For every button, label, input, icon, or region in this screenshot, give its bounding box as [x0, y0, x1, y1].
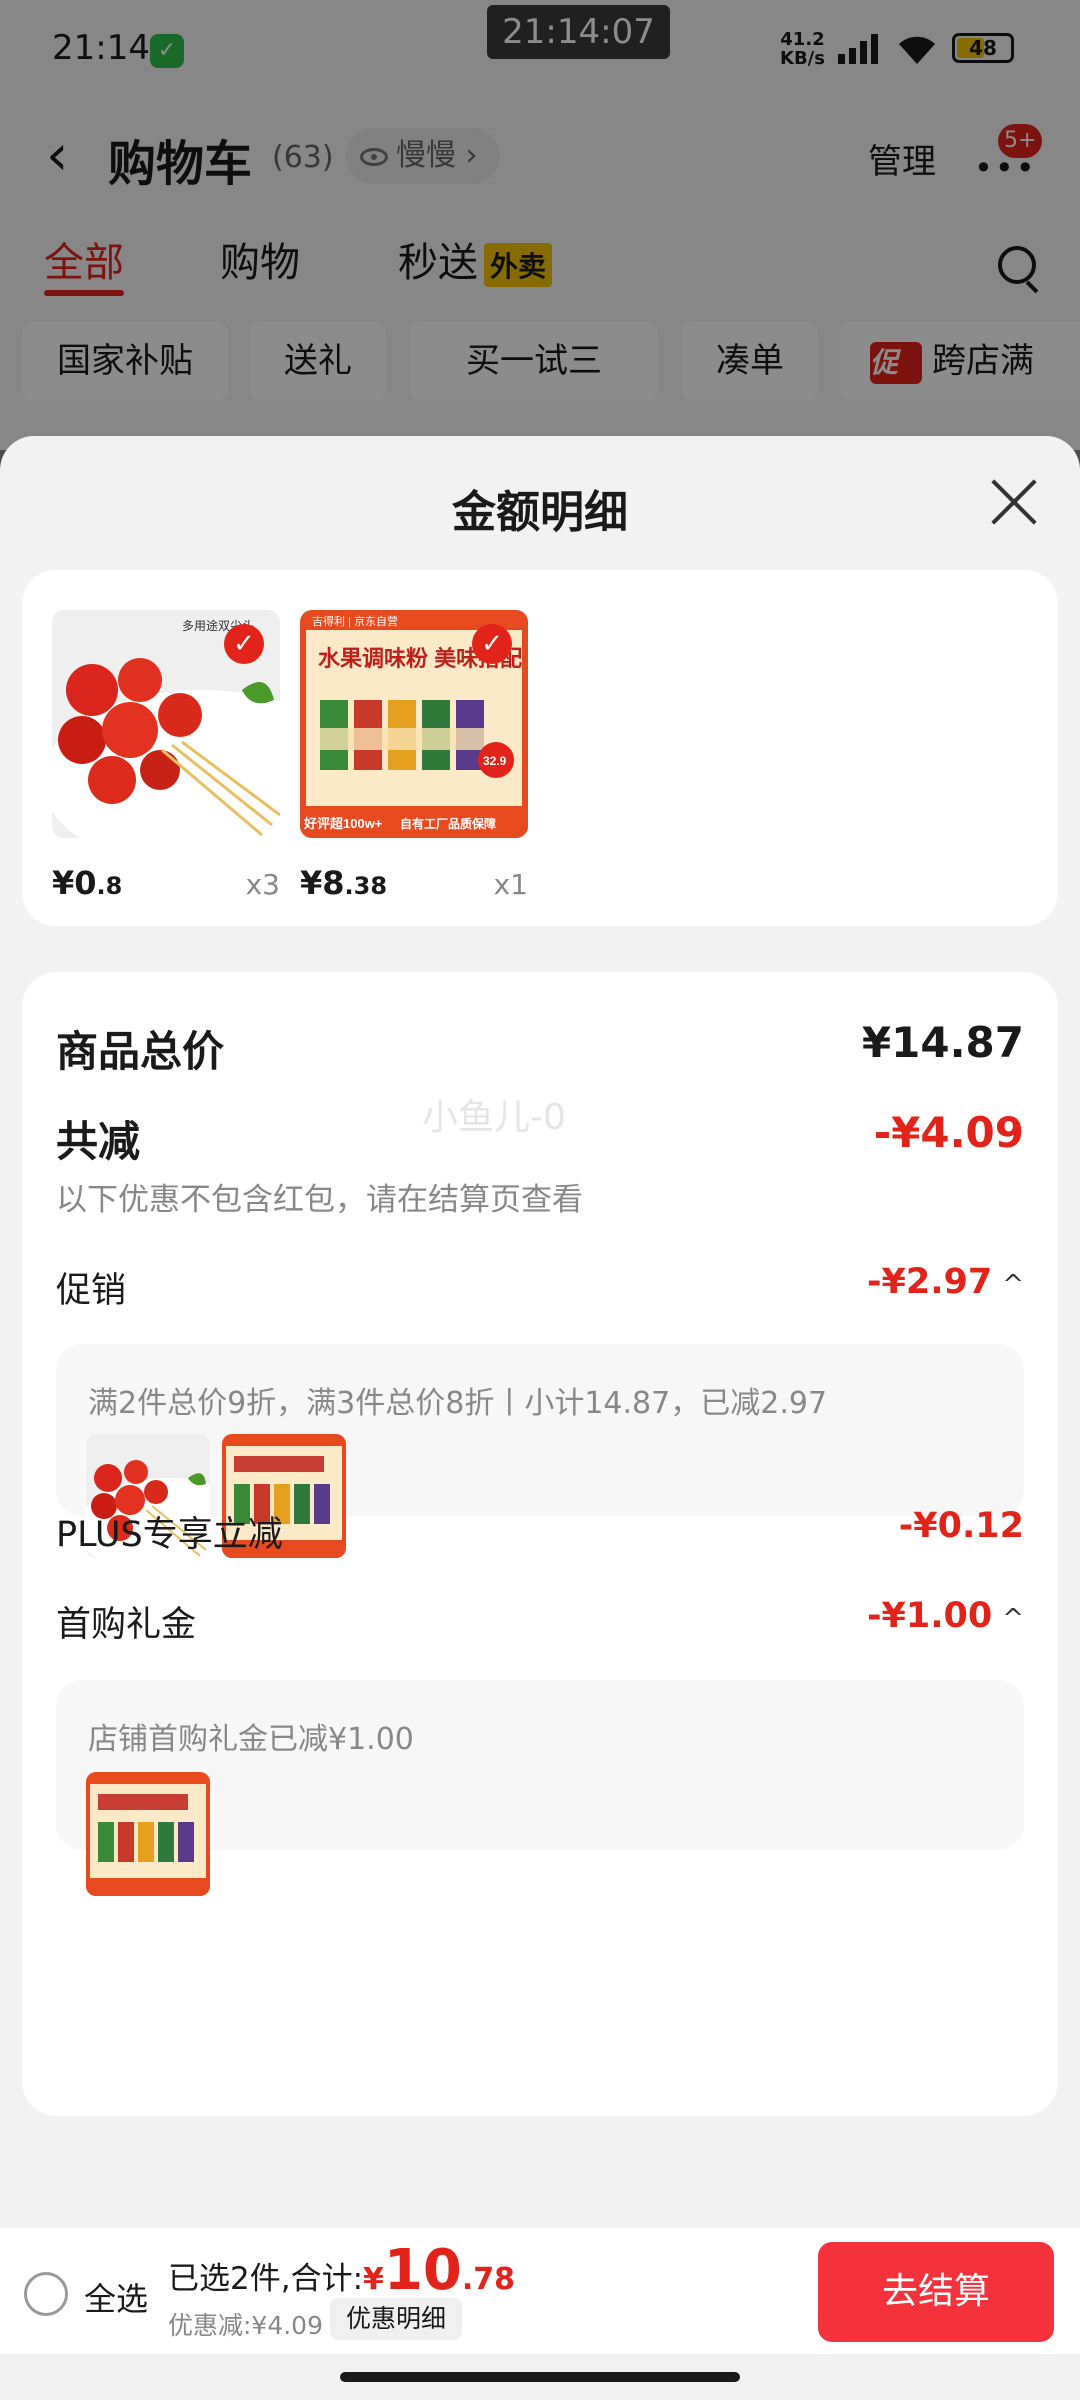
- checkout-button[interactable]: 去结算: [818, 2242, 1054, 2342]
- product-image-toothpicks: 多用途双尖头 ✓: [52, 610, 280, 838]
- first-purchase-thumb-seasoning: [86, 1772, 210, 1896]
- selected-summary: 已选2件,合计:¥10.78: [168, 2238, 515, 2303]
- close-icon[interactable]: [988, 476, 1040, 528]
- product-item[interactable]: 吉得利 | 京东自营 水果调味粉 美味搭配 32.9 好评超100w+ 自有工厂…: [300, 610, 528, 902]
- home-indicator[interactable]: [340, 2372, 740, 2382]
- checkout-bar: 全选 已选2件,合计:¥10.78 优惠减:¥4.09 优惠明细 去结算: [0, 2228, 1080, 2354]
- plus-value: -¥0.12: [898, 1506, 1024, 1546]
- image-price: 32.9: [483, 754, 507, 768]
- plus-label: PLUS专享立减: [56, 1515, 283, 1555]
- total-currency: ¥: [363, 2262, 384, 2297]
- promo-amount: -¥2.97: [866, 1262, 993, 1302]
- discount-summary: 优惠减:¥4.09: [168, 2311, 323, 2340]
- first-purchase-label: 首购礼金: [56, 1605, 197, 1645]
- chevron-up-icon: ^: [1002, 1270, 1024, 1300]
- selected-check-icon: ✓: [472, 624, 512, 664]
- chevron-up-icon: ^: [1002, 1604, 1024, 1634]
- total-row: 商品总价 ¥14.87: [56, 1018, 1024, 1078]
- product-price: ¥8.38: [300, 864, 387, 902]
- discount-detail-button[interactable]: 优惠明细: [330, 2298, 463, 2340]
- select-all-radio[interactable]: [24, 2272, 68, 2316]
- total-amount-decimal: .78: [461, 2262, 515, 2297]
- image-badge: 好评超100w+: [303, 816, 383, 831]
- watermark: 小鱼儿-0: [422, 1097, 566, 1138]
- product-price-decimal: .38: [344, 872, 388, 900]
- product-image-seasoning: 吉得利 | 京东自营 水果调味粉 美味搭配 32.9 好评超100w+ 自有工厂…: [300, 610, 528, 838]
- promo-detail-text: 满2件总价9折，满3件总价8折丨小计14.87，已减2.97: [88, 1386, 828, 1421]
- promo-detail-box: 满2件总价9折，满3件总价8折丨小计14.87，已减2.97: [56, 1344, 1024, 1558]
- product-price-decimal: .8: [96, 872, 123, 900]
- plus-row: PLUS专享立减 -¥0.12: [56, 1506, 1024, 1556]
- product-price: ¥0.8: [52, 864, 122, 902]
- first-purchase-row[interactable]: 首购礼金 -¥1.00 ^: [56, 1596, 1024, 1646]
- image-brand: 吉得利 | 京东自营: [312, 614, 398, 628]
- selected-check-icon: ✓: [224, 624, 264, 664]
- amount-detail-sheet: 金额明细 多用途双尖头 ✓ ¥0.8 x3 吉得利 | 京东自营 水果调味粉 美…: [0, 436, 1080, 2400]
- reduce-label: 共减: [56, 1117, 141, 1166]
- promo-value: -¥2.97 ^: [867, 1262, 1024, 1302]
- reduce-note: 以下优惠不包含红包，请在结算页查看: [56, 1182, 583, 1218]
- total-value: ¥14.87: [861, 1018, 1024, 1067]
- reduce-value: -¥4.09: [873, 1108, 1024, 1157]
- product-price-main: ¥0: [52, 864, 97, 902]
- product-price-main: ¥8: [300, 864, 345, 902]
- first-purchase-value: -¥1.00 ^: [867, 1596, 1024, 1636]
- product-item[interactable]: 多用途双尖头 ✓ ¥0.8 x3: [52, 610, 280, 902]
- first-purchase-amount: -¥1.00: [866, 1596, 993, 1636]
- price-detail-card: 商品总价 ¥14.87 共减 -¥4.09 小鱼儿-0 以下优惠不包含红包，请在…: [22, 972, 1058, 2116]
- products-card: 多用途双尖头 ✓ ¥0.8 x3 吉得利 | 京东自营 水果调味粉 美味搭配 3…: [22, 570, 1058, 926]
- promo-label: 促销: [56, 1271, 127, 1311]
- total-label: 商品总价: [56, 1027, 225, 1076]
- first-purchase-detail-text: 店铺首购礼金已减¥1.00: [88, 1722, 414, 1757]
- product-qty: x1: [493, 868, 528, 901]
- select-all-label[interactable]: 全选: [84, 2274, 148, 2320]
- first-purchase-detail-box: 店铺首购礼金已减¥1.00: [56, 1680, 1024, 1896]
- image-footer: 自有工厂品质保障: [400, 816, 496, 831]
- reduce-note-row: 以下优惠不包含红包，请在结算页查看: [56, 1174, 1024, 1218]
- sheet-title: 金额明细: [452, 487, 628, 538]
- product-qty: x3: [245, 868, 280, 901]
- total-amount-integer: 10: [383, 2238, 462, 2303]
- promo-row[interactable]: 促销 -¥2.97 ^: [56, 1262, 1024, 1312]
- selected-count-text: 已选2件,合计:: [168, 2261, 364, 2297]
